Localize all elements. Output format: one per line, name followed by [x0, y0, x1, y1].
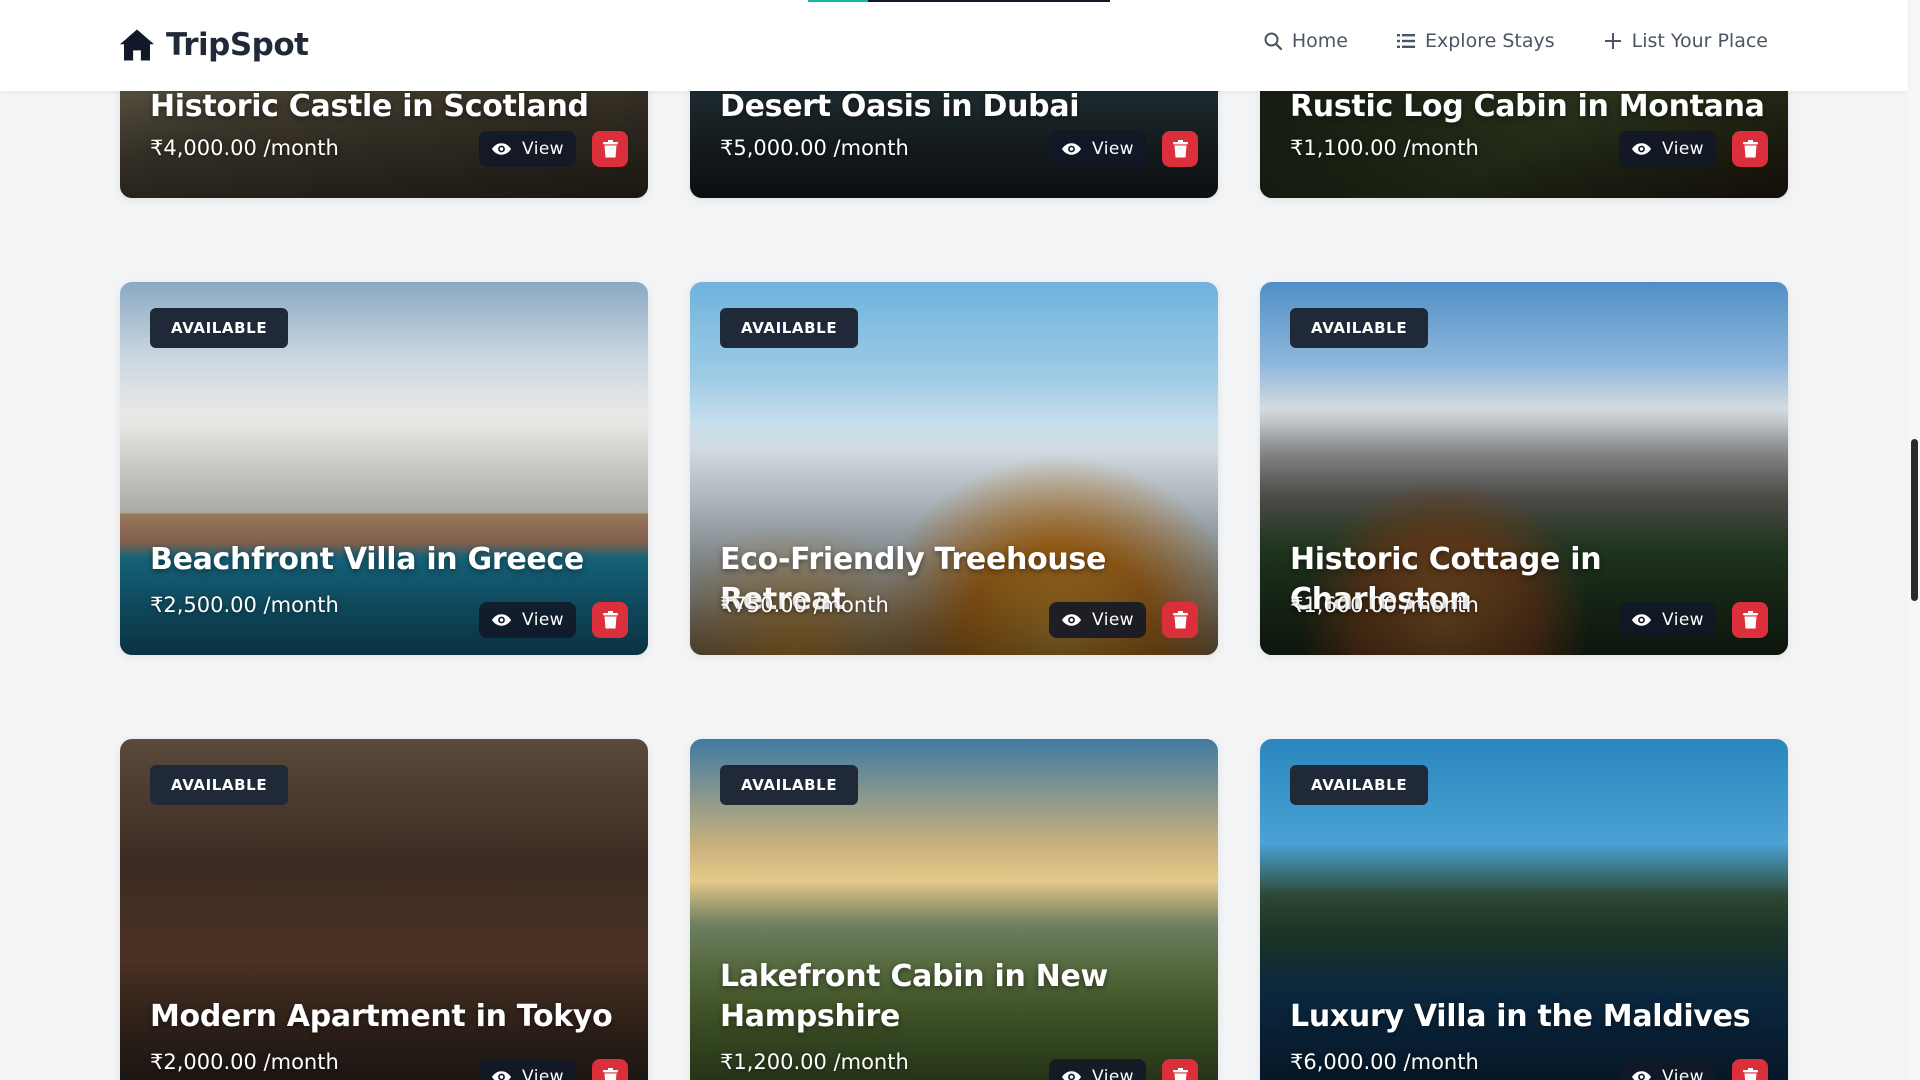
trash-icon: [1742, 611, 1758, 629]
listing-title: Beachfront Villa in Greece: [150, 542, 584, 577]
delete-button[interactable]: [1162, 1059, 1198, 1080]
delete-button[interactable]: [1162, 602, 1198, 638]
nav-links: Home Explore Stays List Your Place: [1263, 30, 1768, 52]
trash-icon: [602, 1068, 618, 1080]
view-button[interactable]: View: [479, 602, 576, 638]
listing-title: Lakefront Cabin in New Hampshire: [720, 959, 1108, 1034]
view-button-label: View: [1092, 1067, 1134, 1080]
availability-badge: AVAILABLE: [720, 765, 859, 805]
listing-title: Modern Apartment in Tokyo: [150, 999, 613, 1034]
eye-icon: [492, 614, 512, 626]
nav-list-label: List Your Place: [1631, 30, 1768, 52]
eye-icon: [1632, 1071, 1652, 1080]
top-navbar: TripSpot Home Explore Stays List Your Pl…: [0, 0, 1908, 91]
view-button[interactable]: View: [1049, 131, 1146, 167]
availability-badge: AVAILABLE: [150, 308, 289, 348]
trash-icon: [1172, 611, 1188, 629]
view-button[interactable]: View: [1619, 602, 1716, 638]
trash-icon: [1742, 140, 1758, 158]
listing-price: ₹2,000.00 /month: [150, 1050, 339, 1074]
listing-card[interactable]: AVAILABLE Historic Cottage in Charleston…: [1260, 282, 1788, 655]
trash-icon: [1172, 1068, 1188, 1080]
delete-button[interactable]: [592, 602, 628, 638]
delete-button[interactable]: [592, 131, 628, 167]
listing-card[interactable]: AVAILABLE Luxury Villa in the Maldives ₹…: [1260, 739, 1788, 1080]
view-button[interactable]: View: [1049, 1059, 1146, 1080]
search-icon: [1264, 32, 1282, 51]
eye-icon: [1062, 1071, 1082, 1080]
view-button[interactable]: View: [479, 131, 576, 167]
delete-button[interactable]: [592, 1059, 628, 1080]
eye-icon: [1632, 614, 1652, 626]
listing-title: Historic Castle in Scotland: [150, 89, 589, 124]
trash-icon: [602, 140, 618, 158]
view-button[interactable]: View: [479, 1059, 576, 1080]
delete-button[interactable]: [1732, 131, 1768, 167]
eye-icon: [1062, 143, 1082, 155]
listing-title: Rustic Log Cabin in Montana: [1290, 89, 1765, 124]
view-button[interactable]: View: [1049, 602, 1146, 638]
availability-badge: AVAILABLE: [1290, 308, 1429, 348]
brand-logo-link[interactable]: TripSpot: [118, 27, 309, 63]
nav-home-label: Home: [1291, 30, 1348, 52]
loading-progress-bar: [808, 0, 1110, 2]
page-scrollbar[interactable]: [1908, 0, 1920, 1080]
view-button-label: View: [522, 610, 564, 630]
view-button[interactable]: View: [1619, 131, 1716, 167]
listing-price: ₹5,000.00 /month: [720, 136, 909, 160]
view-button-label: View: [1662, 139, 1704, 159]
nav-home[interactable]: Home: [1263, 30, 1348, 52]
listing-price: ₹750.00 /month: [720, 593, 889, 617]
trash-icon: [1742, 1068, 1758, 1080]
nav-explore-stays[interactable]: Explore Stays: [1396, 30, 1555, 52]
availability-badge: AVAILABLE: [150, 765, 289, 805]
trash-icon: [602, 611, 618, 629]
delete-button[interactable]: [1732, 602, 1768, 638]
listing-title: Luxury Villa in the Maldives: [1290, 999, 1751, 1034]
view-button-label: View: [1662, 1067, 1704, 1080]
listing-card[interactable]: AVAILABLE Lakefront Cabin in New Hampshi…: [690, 739, 1218, 1080]
listing-price: ₹1,600.00 /month: [1290, 593, 1479, 617]
listing-price: ₹4,000.00 /month: [150, 136, 339, 160]
nav-explore-label: Explore Stays: [1424, 30, 1555, 52]
listing-price: ₹6,000.00 /month: [1290, 1050, 1479, 1074]
listing-price: ₹1,200.00 /month: [720, 1050, 909, 1074]
home-icon: [120, 29, 154, 61]
list-icon: [1396, 34, 1415, 48]
listing-card[interactable]: AVAILABLE Eco-Friendly Treehouse Retreat…: [690, 282, 1218, 655]
scrollbar-thumb[interactable]: [1911, 439, 1918, 601]
delete-button[interactable]: [1162, 131, 1198, 167]
listing-title: Desert Oasis in Dubai: [720, 89, 1080, 124]
eye-icon: [492, 143, 512, 155]
view-button-label: View: [1092, 139, 1134, 159]
view-button[interactable]: View: [1619, 1059, 1716, 1080]
eye-icon: [1632, 143, 1652, 155]
plus-icon: [1604, 33, 1621, 49]
view-button-label: View: [1662, 610, 1704, 630]
trash-icon: [1172, 140, 1188, 158]
listing-card[interactable]: AVAILABLE Modern Apartment in Tokyo ₹2,0…: [120, 739, 648, 1080]
nav-list-your-place[interactable]: List Your Place: [1603, 30, 1768, 52]
view-button-label: View: [522, 139, 564, 159]
eye-icon: [492, 1071, 512, 1080]
view-button-label: View: [1092, 610, 1134, 630]
brand-name: TripSpot: [166, 27, 309, 63]
eye-icon: [1062, 614, 1082, 626]
availability-badge: AVAILABLE: [720, 308, 859, 348]
view-button-label: View: [522, 1067, 564, 1080]
listing-price: ₹2,500.00 /month: [150, 593, 339, 617]
listing-price: ₹1,100.00 /month: [1290, 136, 1479, 160]
availability-badge: AVAILABLE: [1290, 765, 1429, 805]
listing-card[interactable]: AVAILABLE Beachfront Villa in Greece ₹2,…: [120, 282, 648, 655]
delete-button[interactable]: [1732, 1059, 1768, 1080]
